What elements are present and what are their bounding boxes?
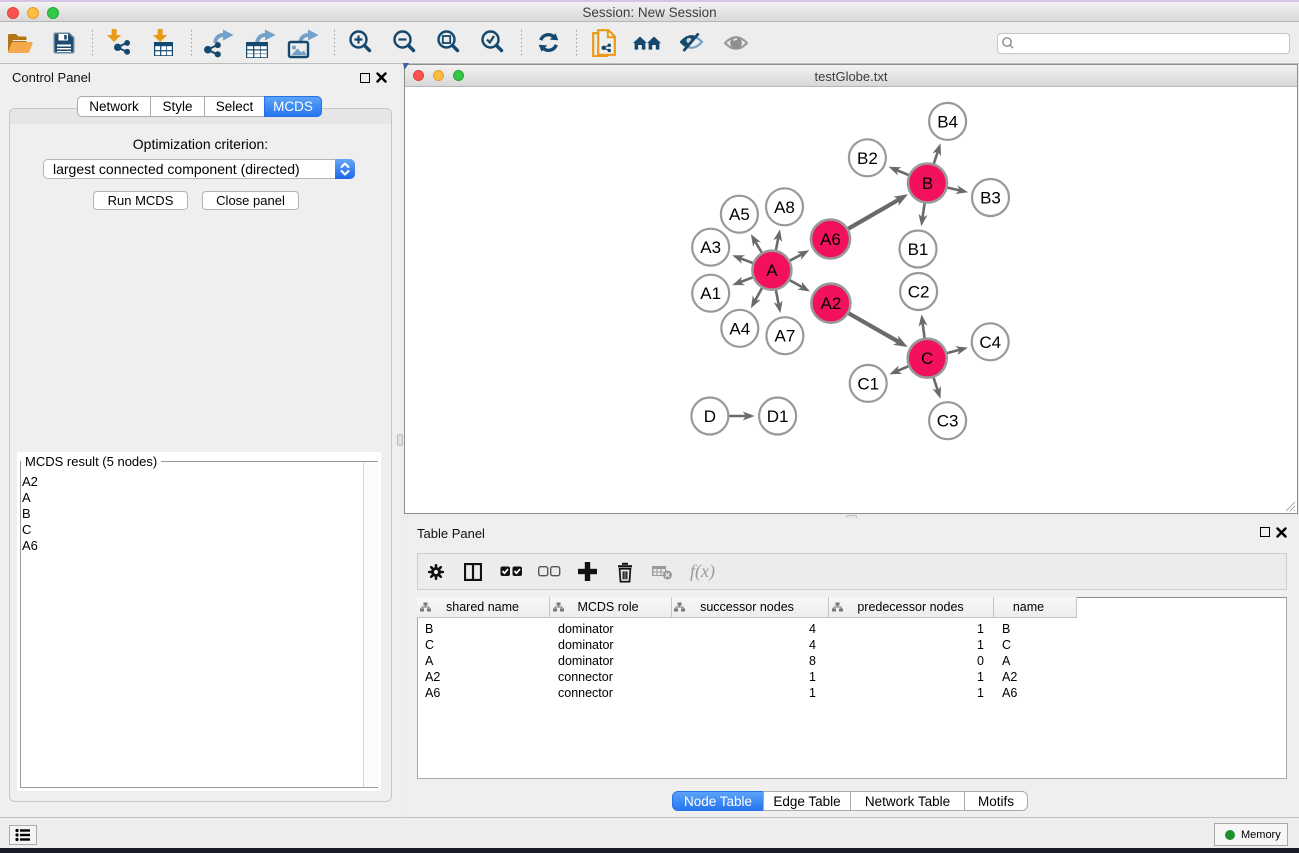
svg-text:B: B [922,174,933,193]
svg-text:C4: C4 [979,333,1001,352]
svg-text:C3: C3 [937,412,959,431]
svg-text:A8: A8 [774,198,795,217]
svg-text:B2: B2 [857,149,878,168]
svg-text:C: C [921,349,933,368]
svg-text:C2: C2 [908,283,930,302]
svg-text:D: D [704,407,716,426]
svg-text:A5: A5 [729,205,750,224]
svg-text:A1: A1 [700,284,721,303]
svg-text:B1: B1 [908,240,929,259]
svg-text:A: A [766,261,778,280]
svg-text:A4: A4 [729,319,750,338]
svg-text:B3: B3 [980,189,1001,208]
svg-text:D1: D1 [767,407,789,426]
svg-text:A6: A6 [820,230,841,249]
svg-text:A2: A2 [821,294,842,313]
svg-text:A3: A3 [700,238,721,257]
svg-text:A7: A7 [775,327,796,346]
svg-text:B4: B4 [937,112,958,131]
svg-text:C1: C1 [857,374,879,393]
